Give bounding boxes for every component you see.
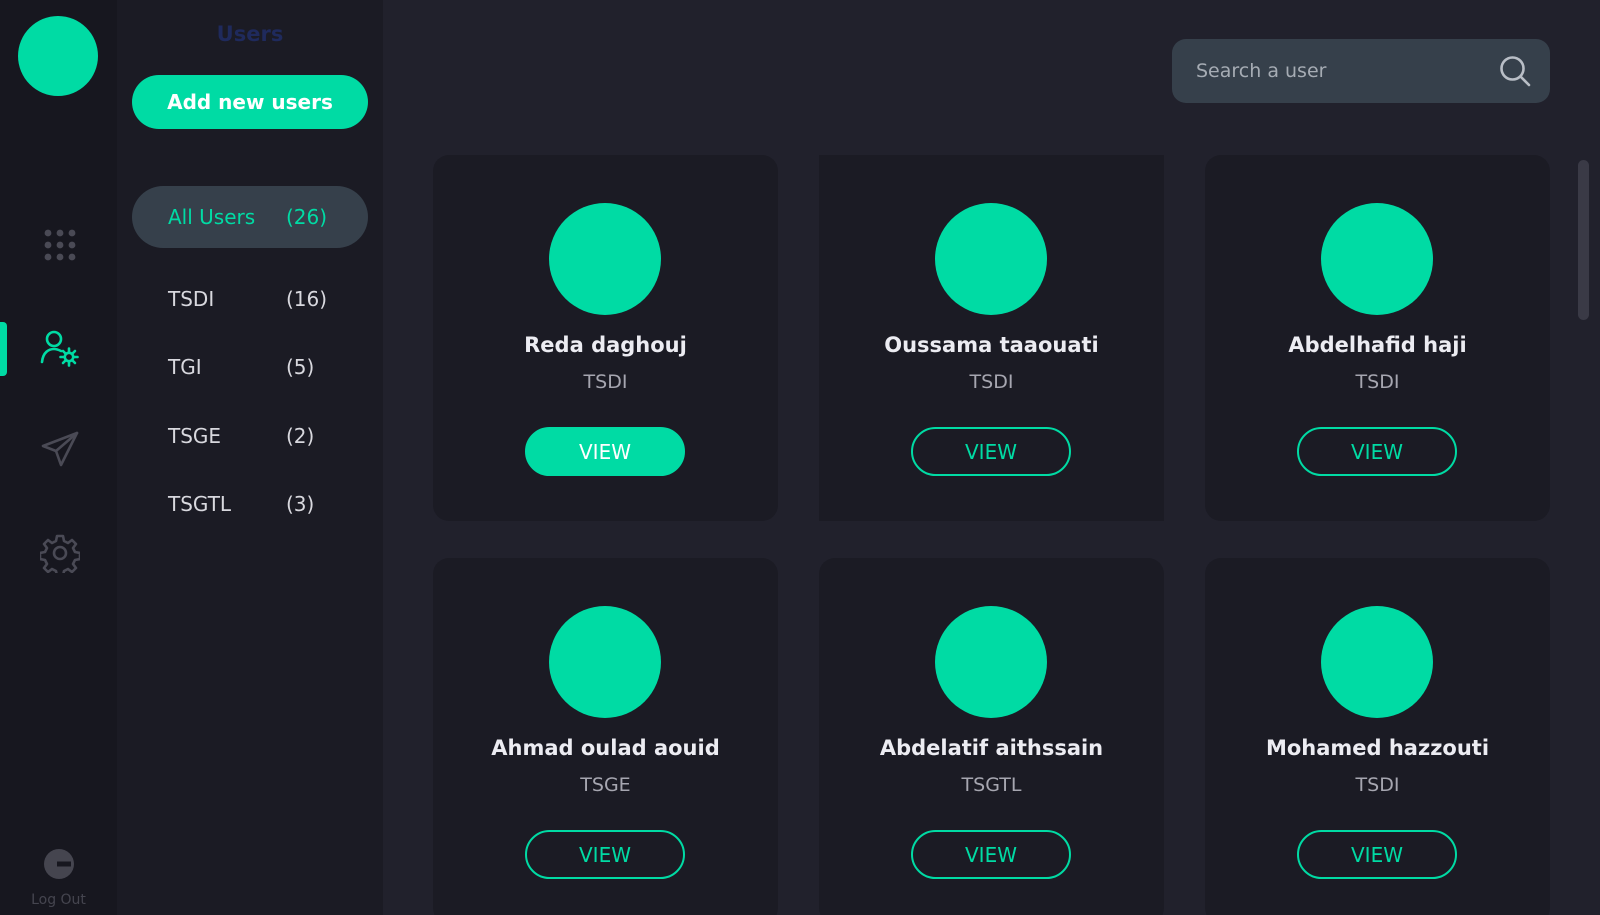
user-group: TSGTL xyxy=(961,774,1022,796)
avatar xyxy=(935,606,1047,718)
user-name: Abdelhafid haji xyxy=(1288,333,1467,357)
filter-tsdi[interactable]: TSDI (16) xyxy=(132,268,368,330)
filter-count: (3) xyxy=(286,492,315,516)
user-group: TSDI xyxy=(969,371,1014,393)
panel-title: Users xyxy=(216,22,284,46)
search-input[interactable] xyxy=(1196,60,1498,82)
filter-label: TSGE xyxy=(168,424,222,448)
filter-label: TGI xyxy=(168,355,202,379)
user-card: Reda daghouj TSDI VIEW xyxy=(433,155,778,521)
scrollbar[interactable] xyxy=(1578,160,1589,320)
view-user-button[interactable]: VIEW xyxy=(525,427,685,476)
search-icon[interactable] xyxy=(1498,54,1532,88)
filter-all-users[interactable]: All Users (26) xyxy=(132,186,368,248)
avatar xyxy=(549,606,661,718)
user-card: Abdelatif aithssain TSGTL VIEW xyxy=(819,558,1164,915)
user-group: TSDI xyxy=(583,371,628,393)
filter-count: (16) xyxy=(286,287,328,311)
view-user-button[interactable]: VIEW xyxy=(1297,427,1457,476)
user-filter-panel: Users Add new users All Users (26) TSDI … xyxy=(117,0,383,915)
app-logo[interactable] xyxy=(18,16,98,96)
user-group: TSGE xyxy=(580,774,631,796)
user-settings-icon[interactable] xyxy=(34,322,86,374)
user-name: Reda daghouj xyxy=(524,333,687,357)
user-search-box xyxy=(1172,39,1550,103)
user-name: Mohamed hazzouti xyxy=(1265,736,1490,760)
user-card: Ahmad oulad aouid TSGE VIEW xyxy=(433,558,778,915)
avatar xyxy=(1321,606,1433,718)
view-user-button[interactable]: VIEW xyxy=(911,830,1071,879)
user-name: Oussama taaouati xyxy=(884,333,1099,357)
user-group: TSDI xyxy=(1355,774,1400,796)
logout-label: Log Out xyxy=(31,892,86,908)
filter-tgi[interactable]: TGI (5) xyxy=(132,336,368,398)
avatar xyxy=(549,203,661,315)
filter-count: (2) xyxy=(286,424,315,448)
add-new-users-button[interactable]: Add new users xyxy=(132,75,368,129)
filter-label: TSDI xyxy=(168,287,215,311)
avatar xyxy=(1321,203,1433,315)
user-card: Mohamed hazzouti TSDI VIEW xyxy=(1205,558,1550,915)
icon-rail: Log Out xyxy=(0,0,117,915)
view-user-button[interactable]: VIEW xyxy=(1297,830,1457,879)
filter-count: (5) xyxy=(286,355,315,379)
send-icon[interactable] xyxy=(34,423,86,475)
view-user-button[interactable]: VIEW xyxy=(525,830,685,879)
user-card: Oussama taaouati TSDI VIEW xyxy=(819,155,1164,521)
user-card: Abdelhafid haji TSDI VIEW xyxy=(1205,155,1550,521)
user-name: Abdelatif aithssain xyxy=(879,736,1104,760)
filter-tsge[interactable]: TSGE (2) xyxy=(132,405,368,467)
view-user-button[interactable]: VIEW xyxy=(911,427,1071,476)
gear-icon[interactable] xyxy=(34,527,86,579)
filter-tsgtl[interactable]: TSGTL (3) xyxy=(132,473,368,535)
filter-label: TSGTL xyxy=(168,492,232,516)
logout-icon xyxy=(43,849,74,879)
filter-label: All Users xyxy=(168,205,256,229)
user-name: Ahmad oulad aouid xyxy=(491,736,720,760)
user-group: TSDI xyxy=(1355,371,1400,393)
dashboard-grid-icon[interactable] xyxy=(34,219,86,271)
active-nav-indicator xyxy=(0,322,7,376)
avatar xyxy=(935,203,1047,315)
logout-button[interactable]: Log Out xyxy=(0,848,117,915)
filter-count: (26) xyxy=(286,205,328,229)
